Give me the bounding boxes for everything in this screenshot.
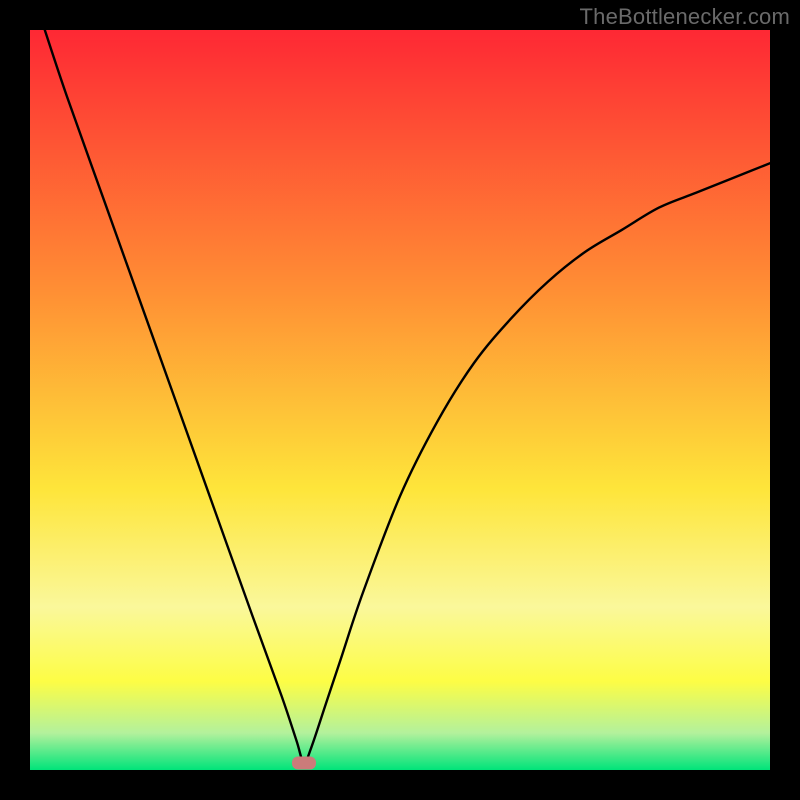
bottleneck-curve <box>30 30 770 770</box>
optimal-marker <box>292 756 316 769</box>
attribution-label: TheBottlenecker.com <box>580 4 790 30</box>
chart-frame: TheBottlenecker.com <box>0 0 800 800</box>
plot-area <box>30 30 770 770</box>
